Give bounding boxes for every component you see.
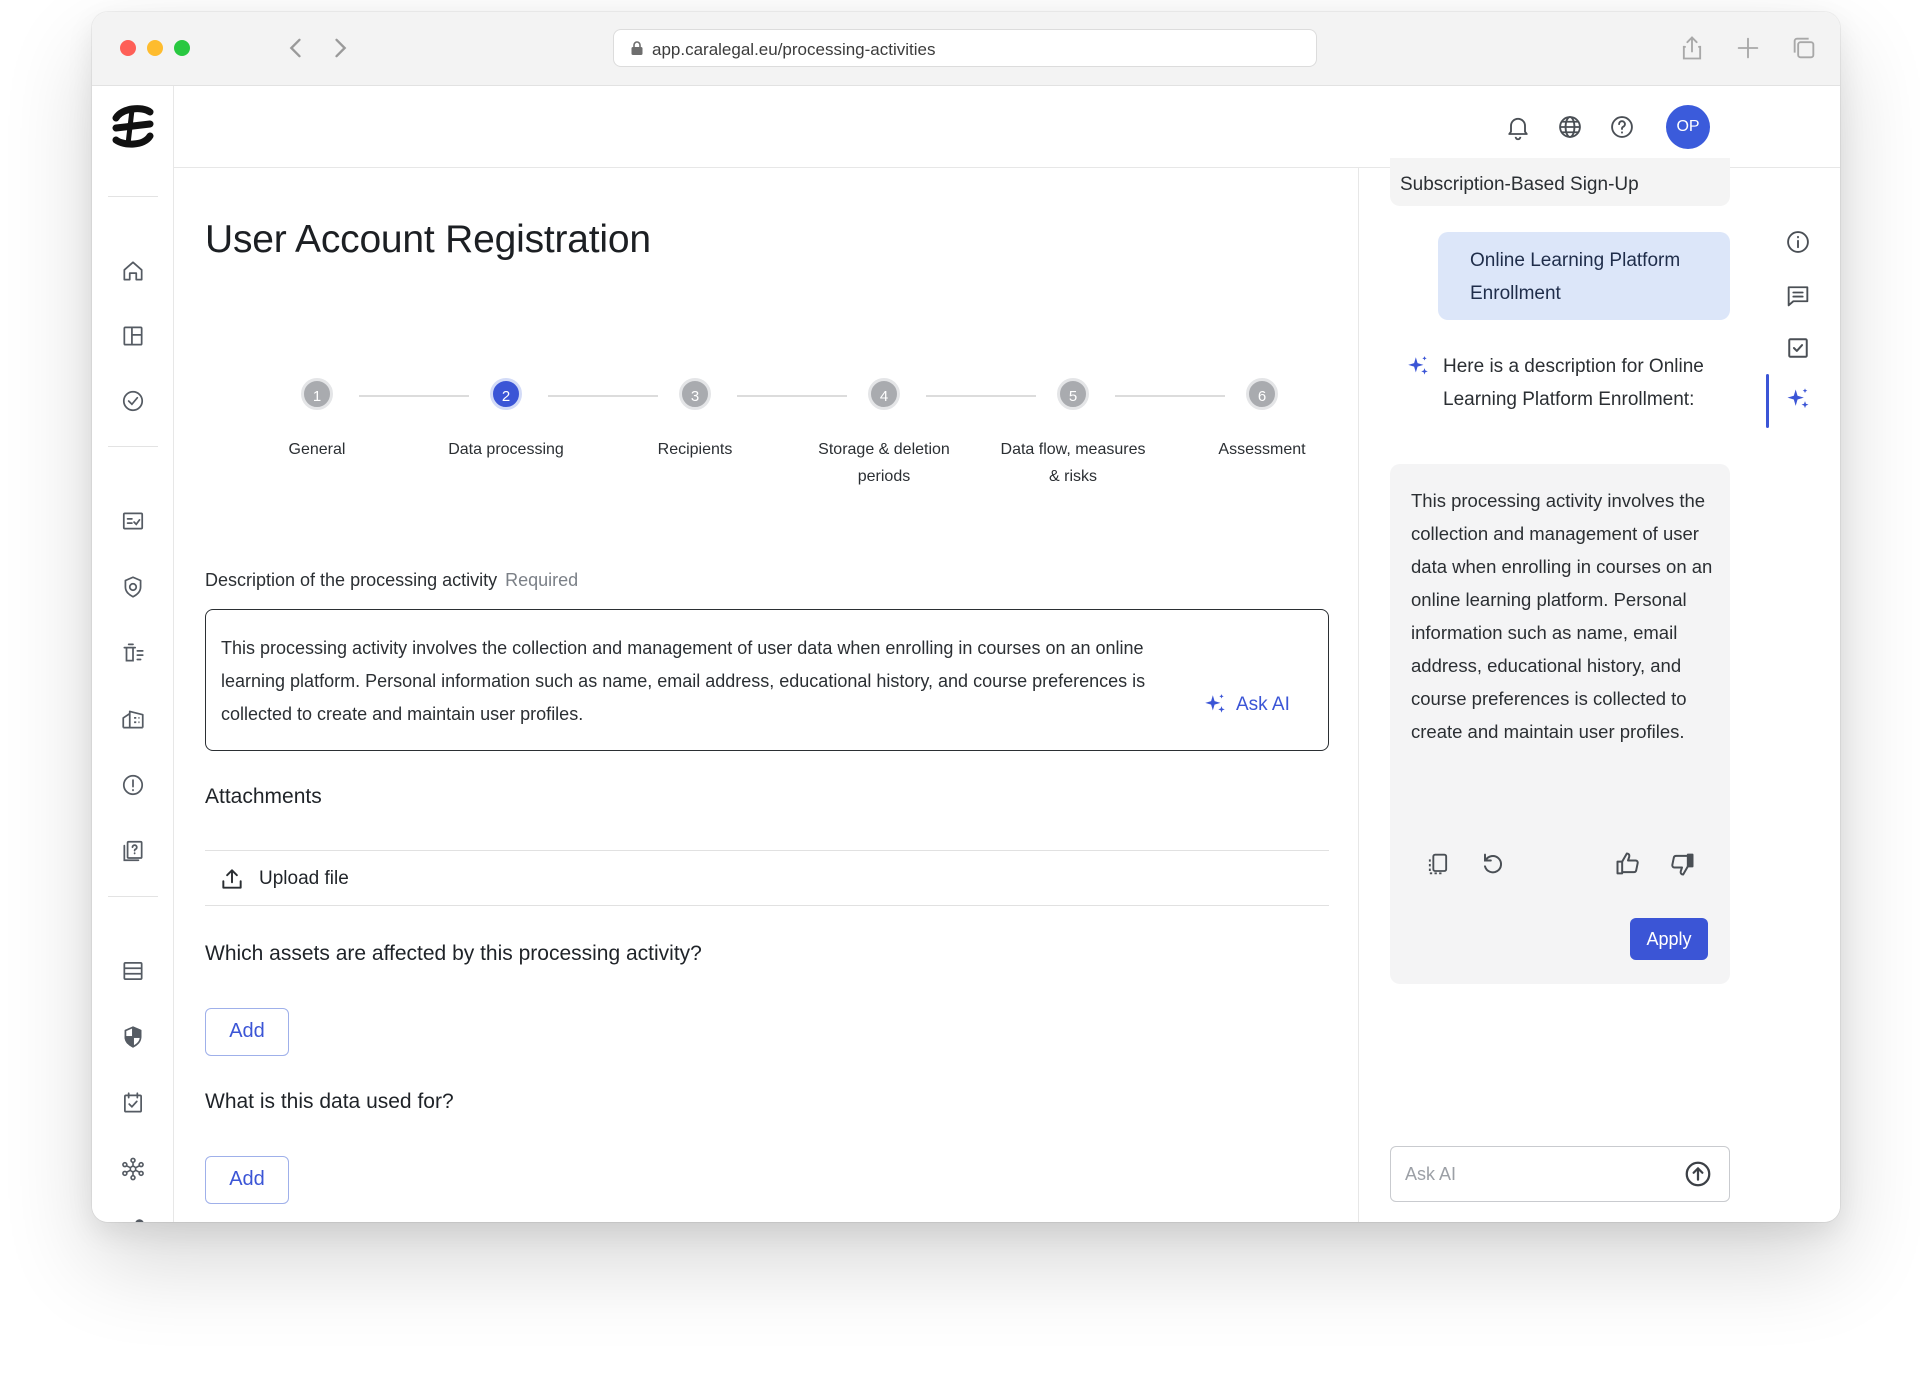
ask-ai-input[interactable] [1405, 1161, 1665, 1187]
step-1-label[interactable]: General [222, 436, 412, 463]
app-window: app.caralegal.eu/processing-activities O… [92, 12, 1840, 1222]
upload-file-button[interactable]: Upload file [205, 850, 1329, 906]
upload-icon [219, 866, 245, 892]
records-icon[interactable] [120, 958, 146, 984]
stepper-connector [548, 395, 658, 397]
step-3-label[interactable]: Recipients [600, 436, 790, 463]
checkbox-tasks-icon[interactable] [1784, 334, 1812, 362]
sidebar-divider [108, 896, 158, 897]
step-5-label[interactable]: Data flow, measures & risks [978, 436, 1168, 490]
forward-arrow-icon[interactable] [326, 34, 354, 62]
tasks-icon[interactable] [120, 1090, 146, 1116]
network-icon[interactable] [120, 1156, 146, 1182]
browser-chrome: app.caralegal.eu/processing-activities [92, 12, 1840, 86]
add-usage-button[interactable]: Add [205, 1156, 289, 1204]
lock-icon [630, 40, 644, 56]
ai-response-text: This processing activity involves the co… [1411, 490, 1713, 742]
thumbs-down-icon[interactable] [1668, 850, 1696, 878]
sparkle-icon [1408, 356, 1428, 375]
page-title: User Account Registration [205, 218, 651, 261]
upload-file-label: Upload file [259, 868, 349, 889]
bell-icon[interactable] [1504, 113, 1532, 141]
add-assets-button[interactable]: Add [205, 1008, 289, 1056]
shield-lock-icon[interactable] [120, 574, 146, 600]
alert-circle-icon[interactable] [120, 772, 146, 798]
share-icon[interactable] [1678, 34, 1706, 62]
caralegal-logo-icon[interactable] [106, 100, 160, 154]
step-2-circle[interactable]: 2 [490, 378, 522, 410]
description-label: Description of the processing activity Re… [205, 570, 579, 590]
top-header: OP [174, 86, 1840, 168]
ai-response-card: This processing activity involves the co… [1390, 464, 1730, 984]
comments-icon[interactable] [1784, 282, 1812, 310]
stepper-connector [926, 395, 1036, 397]
assets-question: Which assets are affected by this proces… [205, 942, 702, 965]
organization-icon[interactable] [120, 706, 146, 732]
globe-icon[interactable] [1556, 113, 1584, 141]
right-rail [1758, 168, 1840, 1222]
ai-sparkle-icon[interactable] [1784, 386, 1812, 414]
sidebar-divider [108, 196, 158, 197]
deletion-icon[interactable] [120, 640, 146, 666]
close-window-button[interactable] [120, 40, 136, 56]
copy-icon[interactable] [1424, 850, 1452, 878]
help-document-icon[interactable] [120, 838, 146, 864]
ask-ai-button[interactable]: Ask AI [1202, 692, 1290, 718]
back-arrow-icon[interactable] [282, 34, 310, 62]
step-4-label[interactable]: Storage & deletion periods [789, 436, 979, 490]
thumbs-up-icon[interactable] [1614, 850, 1642, 878]
previous-suggestion-card: Subscription-Based Sign-Up [1390, 158, 1730, 206]
user-avatar[interactable]: OP [1666, 105, 1710, 149]
new-tab-icon[interactable] [1734, 34, 1762, 62]
stepper-connector [1115, 395, 1225, 397]
step-4-circle[interactable]: 4 [868, 378, 900, 410]
previous-suggestion-text: Subscription-Based Sign-Up [1400, 174, 1639, 195]
security-shield-icon[interactable] [120, 1024, 146, 1050]
step-1-circle[interactable]: 1 [301, 378, 333, 410]
ai-assistant-panel: Subscription-Based Sign-Up Online Learni… [1358, 158, 1758, 1222]
help-icon[interactable] [1608, 113, 1636, 141]
regenerate-icon[interactable] [1478, 850, 1506, 878]
step-2-label[interactable]: Data processing [411, 436, 601, 463]
ask-ai-input-container [1390, 1146, 1730, 1202]
grid-notification-icon[interactable] [120, 1216, 146, 1222]
processing-activities-icon[interactable] [120, 508, 146, 534]
main-content: User Account Registration 1 General 2 Da… [174, 168, 1358, 1222]
sidebar-divider [108, 446, 158, 447]
usage-question: What is this data used for? [205, 1090, 454, 1113]
ai-intro-message: Here is a description for Online Learnin… [1405, 350, 1725, 416]
sparkle-icon [1205, 694, 1225, 713]
address-bar[interactable]: app.caralegal.eu/processing-activities [613, 29, 1317, 67]
home-icon[interactable] [120, 258, 146, 284]
step-6-label[interactable]: Assessment [1167, 436, 1357, 463]
step-3-circle[interactable]: 3 [679, 378, 711, 410]
send-arrow-icon[interactable] [1683, 1159, 1713, 1189]
maximize-window-button[interactable] [174, 40, 190, 56]
step-6-circle[interactable]: 6 [1246, 378, 1278, 410]
rail-active-indicator [1766, 374, 1769, 428]
description-textarea[interactable]: This processing activity involves the co… [205, 609, 1329, 751]
left-sidebar [92, 86, 174, 1222]
url-text: app.caralegal.eu/processing-activities [652, 40, 936, 59]
info-icon[interactable] [1784, 228, 1812, 256]
stepper-connector [737, 395, 847, 397]
check-circle-icon[interactable] [120, 388, 146, 414]
description-value[interactable]: This processing activity involves the co… [221, 632, 1171, 731]
minimize-window-button[interactable] [147, 40, 163, 56]
apply-button[interactable]: Apply [1630, 918, 1708, 960]
step-5-circle[interactable]: 5 [1057, 378, 1089, 410]
user-message-bubble: Online Learning Platform Enrollment [1438, 232, 1730, 320]
required-indicator: Required [505, 570, 579, 590]
attachments-heading: Attachments [205, 785, 322, 808]
tab-overview-icon[interactable] [1790, 34, 1818, 62]
stepper-connector [359, 395, 469, 397]
dashboard-icon[interactable] [120, 323, 146, 349]
